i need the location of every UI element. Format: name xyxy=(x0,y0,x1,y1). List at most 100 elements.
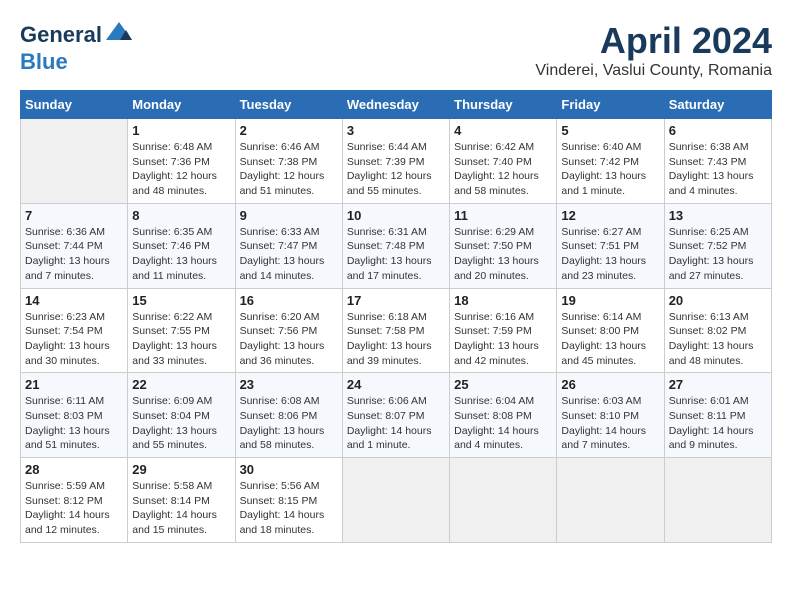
day-number: 14 xyxy=(25,293,123,308)
calendar-cell: 18 Sunrise: 6:16 AM Sunset: 7:59 PM Dayli… xyxy=(450,288,557,373)
calendar-cell: 8 Sunrise: 6:35 AM Sunset: 7:46 PM Daylig… xyxy=(128,203,235,288)
day-info: Sunrise: 6:18 AM Sunset: 7:58 PM Dayligh… xyxy=(347,310,445,369)
day-of-week-header: Wednesday xyxy=(342,91,449,119)
calendar-cell: 6Sunrise: 6:38 AM Sunset: 7:43 PM Daylig… xyxy=(664,119,771,204)
day-number: 26 xyxy=(561,377,659,392)
day-info: Sunrise: 6:14 AM Sunset: 8:00 PM Dayligh… xyxy=(561,310,659,369)
calendar-cell: 14Sunrise: 6:23 AM Sunset: 7:54 PM Dayli… xyxy=(21,288,128,373)
day-info: Sunrise: 6:01 AM Sunset: 8:11 PM Dayligh… xyxy=(669,394,767,453)
calendar-cell xyxy=(450,458,557,543)
day-number: 13 xyxy=(669,208,767,223)
day-info: Sunrise: 6:13 AM Sunset: 8:02 PM Dayligh… xyxy=(669,310,767,369)
calendar-cell: 5 Sunrise: 6:40 AM Sunset: 7:42 PM Daylig… xyxy=(557,119,664,204)
main-title: April 2024 xyxy=(535,20,772,62)
day-number: 29 xyxy=(132,462,230,477)
day-number: 27 xyxy=(669,377,767,392)
calendar-cell xyxy=(557,458,664,543)
day-number: 1 xyxy=(132,123,230,138)
logo-blue-text: Blue xyxy=(20,49,68,74)
calendar-cell: 30 Sunrise: 5:56 AM Sunset: 8:15 PM Dayli… xyxy=(235,458,342,543)
day-number: 21 xyxy=(25,377,123,392)
day-number: 30 xyxy=(240,462,338,477)
day-number: 9 xyxy=(240,208,338,223)
calendar-body: 1Sunrise: 6:48 AM Sunset: 7:36 PM Daylig… xyxy=(21,119,772,543)
calendar-header-row: SundayMondayTuesdayWednesdayThursdayFrid… xyxy=(21,91,772,119)
day-number: 11 xyxy=(454,208,552,223)
day-number: 25 xyxy=(454,377,552,392)
day-number: 3 xyxy=(347,123,445,138)
day-number: 20 xyxy=(669,293,767,308)
day-number: 19 xyxy=(561,293,659,308)
logo-text: General xyxy=(20,23,102,47)
day-info: Sunrise: 6:35 AM Sunset: 7:46 PM Dayligh… xyxy=(132,225,230,284)
day-info: Sunrise: 6:04 AM Sunset: 8:08 PM Dayligh… xyxy=(454,394,552,453)
calendar-cell: 7Sunrise: 6:36 AM Sunset: 7:44 PM Daylig… xyxy=(21,203,128,288)
calendar-cell: 15 Sunrise: 6:22 AM Sunset: 7:55 PM Dayli… xyxy=(128,288,235,373)
calendar-cell: 3Sunrise: 6:44 AM Sunset: 7:39 PM Daylig… xyxy=(342,119,449,204)
calendar-cell: 22Sunrise: 6:09 AM Sunset: 8:04 PM Dayli… xyxy=(128,373,235,458)
day-number: 10 xyxy=(347,208,445,223)
day-number: 18 xyxy=(454,293,552,308)
calendar-cell: 28 Sunrise: 5:59 AM Sunset: 8:12 PM Dayli… xyxy=(21,458,128,543)
calendar-cell: 21 Sunrise: 6:11 AM Sunset: 8:03 PM Dayli… xyxy=(21,373,128,458)
day-of-week-header: Tuesday xyxy=(235,91,342,119)
calendar-cell xyxy=(21,119,128,204)
day-info: Sunrise: 6:40 AM Sunset: 7:42 PM Dayligh… xyxy=(561,140,659,199)
day-info: Sunrise: 5:56 AM Sunset: 8:15 PM Dayligh… xyxy=(240,479,338,538)
day-number: 2 xyxy=(240,123,338,138)
calendar-cell xyxy=(342,458,449,543)
day-info: Sunrise: 6:29 AM Sunset: 7:50 PM Dayligh… xyxy=(454,225,552,284)
calendar-cell: 11 Sunrise: 6:29 AM Sunset: 7:50 PM Dayli… xyxy=(450,203,557,288)
calendar-cell: 25 Sunrise: 6:04 AM Sunset: 8:08 PM Dayli… xyxy=(450,373,557,458)
calendar-cell: 13 Sunrise: 6:25 AM Sunset: 7:52 PM Dayli… xyxy=(664,203,771,288)
calendar-cell: 2 Sunrise: 6:46 AM Sunset: 7:38 PM Daylig… xyxy=(235,119,342,204)
day-of-week-header: Saturday xyxy=(664,91,771,119)
day-of-week-header: Monday xyxy=(128,91,235,119)
day-number: 4 xyxy=(454,123,552,138)
day-info: Sunrise: 6:27 AM Sunset: 7:51 PM Dayligh… xyxy=(561,225,659,284)
day-number: 12 xyxy=(561,208,659,223)
day-number: 28 xyxy=(25,462,123,477)
calendar-cell: 10 Sunrise: 6:31 AM Sunset: 7:48 PM Dayli… xyxy=(342,203,449,288)
day-number: 24 xyxy=(347,377,445,392)
day-number: 8 xyxy=(132,208,230,223)
day-info: Sunrise: 5:59 AM Sunset: 8:12 PM Dayligh… xyxy=(25,479,123,538)
day-info: Sunrise: 6:22 AM Sunset: 7:55 PM Dayligh… xyxy=(132,310,230,369)
calendar-table: SundayMondayTuesdayWednesdayThursdayFrid… xyxy=(20,90,772,543)
calendar-cell: 23 Sunrise: 6:08 AM Sunset: 8:06 PM Dayli… xyxy=(235,373,342,458)
subtitle: Vinderei, Vaslui County, Romania xyxy=(535,62,772,80)
day-info: Sunrise: 6:03 AM Sunset: 8:10 PM Dayligh… xyxy=(561,394,659,453)
calendar-week-row: 28 Sunrise: 5:59 AM Sunset: 8:12 PM Dayli… xyxy=(21,458,772,543)
day-of-week-header: Thursday xyxy=(450,91,557,119)
calendar-cell: 12 Sunrise: 6:27 AM Sunset: 7:51 PM Dayli… xyxy=(557,203,664,288)
day-info: Sunrise: 6:16 AM Sunset: 7:59 PM Dayligh… xyxy=(454,310,552,369)
calendar-cell: 29 Sunrise: 5:58 AM Sunset: 8:14 PM Dayli… xyxy=(128,458,235,543)
calendar-cell: 19 Sunrise: 6:14 AM Sunset: 8:00 PM Dayli… xyxy=(557,288,664,373)
day-info: Sunrise: 6:06 AM Sunset: 8:07 PM Dayligh… xyxy=(347,394,445,453)
page-header: General Blue April 2024 Vinderei, Vaslui… xyxy=(20,20,772,80)
day-info: Sunrise: 6:11 AM Sunset: 8:03 PM Dayligh… xyxy=(25,394,123,453)
calendar-cell: 1Sunrise: 6:48 AM Sunset: 7:36 PM Daylig… xyxy=(128,119,235,204)
day-number: 22 xyxy=(132,377,230,392)
day-info: Sunrise: 6:42 AM Sunset: 7:40 PM Dayligh… xyxy=(454,140,552,199)
day-info: Sunrise: 6:31 AM Sunset: 7:48 PM Dayligh… xyxy=(347,225,445,284)
day-number: 17 xyxy=(347,293,445,308)
calendar-week-row: 1Sunrise: 6:48 AM Sunset: 7:36 PM Daylig… xyxy=(21,119,772,204)
day-number: 15 xyxy=(132,293,230,308)
title-area: April 2024 Vinderei, Vaslui County, Roma… xyxy=(535,20,772,80)
calendar-cell: 16Sunrise: 6:20 AM Sunset: 7:56 PM Dayli… xyxy=(235,288,342,373)
day-info: Sunrise: 6:33 AM Sunset: 7:47 PM Dayligh… xyxy=(240,225,338,284)
calendar-cell: 20 Sunrise: 6:13 AM Sunset: 8:02 PM Dayli… xyxy=(664,288,771,373)
day-info: Sunrise: 6:46 AM Sunset: 7:38 PM Dayligh… xyxy=(240,140,338,199)
calendar-week-row: 21 Sunrise: 6:11 AM Sunset: 8:03 PM Dayli… xyxy=(21,373,772,458)
day-info: Sunrise: 6:20 AM Sunset: 7:56 PM Dayligh… xyxy=(240,310,338,369)
day-number: 23 xyxy=(240,377,338,392)
day-number: 5 xyxy=(561,123,659,138)
calendar-cell: 17 Sunrise: 6:18 AM Sunset: 7:58 PM Dayli… xyxy=(342,288,449,373)
calendar-cell: 26 Sunrise: 6:03 AM Sunset: 8:10 PM Dayli… xyxy=(557,373,664,458)
day-info: Sunrise: 6:25 AM Sunset: 7:52 PM Dayligh… xyxy=(669,225,767,284)
calendar-cell: 9 Sunrise: 6:33 AM Sunset: 7:47 PM Daylig… xyxy=(235,203,342,288)
day-info: Sunrise: 6:36 AM Sunset: 7:44 PM Dayligh… xyxy=(25,225,123,284)
day-info: Sunrise: 5:58 AM Sunset: 8:14 PM Dayligh… xyxy=(132,479,230,538)
day-info: Sunrise: 6:08 AM Sunset: 8:06 PM Dayligh… xyxy=(240,394,338,453)
